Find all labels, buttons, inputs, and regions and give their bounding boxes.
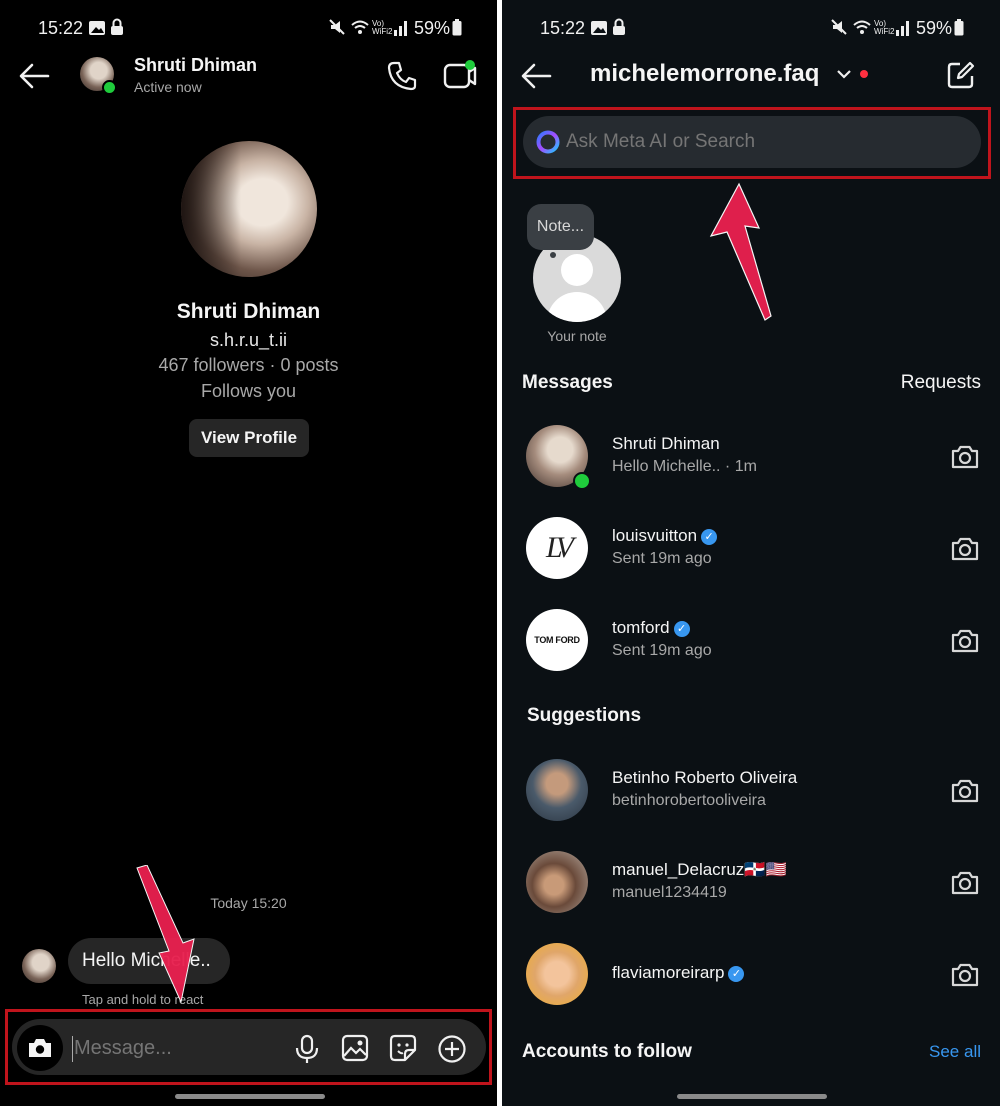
signal-icon [394,21,407,36]
suggestion-name: Betinho Roberto Oliveira [612,768,798,787]
online-indicator [573,472,591,490]
network-label: Vo) WiFi2 [874,19,895,36]
louisvuitton-logo: LV [526,517,588,579]
message-name: Shruti Dhiman [612,434,720,453]
message-row[interactable]: TOM FORD tomford ✓ Sent 19m ago [502,602,1000,686]
avatar [526,851,588,913]
video-call-icon[interactable] [442,58,478,92]
suggestion-name: flaviamoreirarp ✓ [612,963,745,983]
message-timestamp: Today 15:20 [210,895,287,911]
avatar [526,759,588,821]
view-profile-button[interactable]: View Profile [189,419,309,457]
online-indicator [102,80,117,95]
message-name: tomford ✓ [612,618,690,638]
suggestion-name: manuel_Delacruz🇩🇴🇺🇸 [612,860,787,879]
avatar-body [547,292,607,322]
wifi-icon [853,20,871,34]
contact-status: Active now [134,79,202,95]
logo-text: TOM FORD [534,635,580,645]
chevron-down-icon[interactable] [836,68,852,80]
back-arrow-icon[interactable] [520,62,552,90]
verified-badge-icon: ✓ [673,620,690,637]
profile-follows-you: Follows you [200,381,297,401]
home-indicator [677,1094,827,1099]
message-row[interactable]: LV louisvuitton ✓ Sent 19m ago [502,510,1000,594]
profile-photo[interactable] [181,141,317,277]
profile-name: Shruti Dhiman [176,300,321,323]
account-name[interactable]: michelemorrone.faq [590,60,819,88]
notification-dot [860,70,868,78]
message-preview: Sent 19m ago [612,642,712,659]
inbox-screen: 15:22 Vo) WiFi2 59% michelemorrone.faq N… [502,0,1000,1106]
camera-icon[interactable] [950,960,980,990]
gallery-icon [89,21,105,35]
lock-icon [613,18,625,35]
suggestion-handle: betinhorobertooliveira [612,792,766,809]
lock-icon [111,18,123,35]
camera-icon[interactable] [950,776,980,806]
camera-icon[interactable] [950,534,980,564]
back-arrow-icon[interactable] [18,62,50,90]
camera-icon[interactable] [950,626,980,656]
avatar [526,943,588,1005]
battery-percent: 59% [414,18,451,38]
requests-link[interactable]: Requests [901,372,981,394]
mute-icon [329,19,345,35]
suggestion-row[interactable]: flaviamoreirarp ✓ [502,936,1000,1020]
sender-avatar[interactable] [22,949,56,983]
chat-screen: 15:22 Vo) WiFi2 59% Shruti Dhiman Active… [0,0,497,1106]
camera-icon[interactable] [950,442,980,472]
see-all-link[interactable]: See all [929,1042,981,1062]
message-preview: Sent 19m ago [612,550,712,567]
pointer-arrow-icon [709,182,772,321]
contact-name[interactable]: Shruti Dhiman [134,55,257,76]
message-row[interactable]: Shruti Dhiman Hello Michelle.. · 1m [502,418,1000,502]
highlight-box-composer [5,1009,492,1085]
note-bubble-tail [550,252,556,258]
suggestions-header: Suggestions [527,705,642,726]
suggestion-row[interactable]: manuel_Delacruz🇩🇴🇺🇸 manuel1234419 [502,844,1000,928]
name-text: louisvuitton [612,526,698,545]
logo-text: LV [546,531,574,564]
signal-icon [896,21,909,36]
your-note-label: Your note [547,328,607,344]
network-label: Vo) WiFi2 [372,19,393,36]
verified-badge-icon: ✓ [701,528,718,545]
phone-icon[interactable] [386,60,418,92]
status-time: 15:22 [540,18,586,38]
compose-icon[interactable] [946,60,976,90]
status-time: 15:22 [38,18,84,38]
battery-icon [954,19,964,36]
home-indicator [175,1094,325,1099]
name-text: flaviamoreirarp [612,963,725,982]
pointer-arrow-icon [136,865,195,1004]
note-bubble[interactable]: Note... [527,204,594,250]
tomford-logo: TOM FORD [526,609,588,671]
highlight-box-search [513,107,991,179]
profile-stats: 467 followers · 0 posts [158,355,339,375]
message-preview: Hello Michelle.. · 1m [612,458,757,475]
profile-handle: s.h.r.u_t.ii [209,330,288,350]
accounts-to-follow-header: Accounts to follow [522,1041,692,1062]
gallery-icon [591,21,607,35]
messages-header: Messages [522,372,613,393]
name-text: tomford [612,618,670,637]
mute-icon [831,19,847,35]
verified-badge-icon: ✓ [728,965,745,982]
suggestion-row[interactable]: Betinho Roberto Oliveira betinhorobertoo… [502,752,1000,836]
suggestion-handle: manuel1234419 [612,884,727,901]
battery-percent: 59% [916,18,953,38]
wifi-icon [351,20,369,34]
message-name: louisvuitton ✓ [612,526,718,546]
camera-icon[interactable] [950,868,980,898]
battery-icon [452,19,462,36]
avatar-head [561,254,593,286]
